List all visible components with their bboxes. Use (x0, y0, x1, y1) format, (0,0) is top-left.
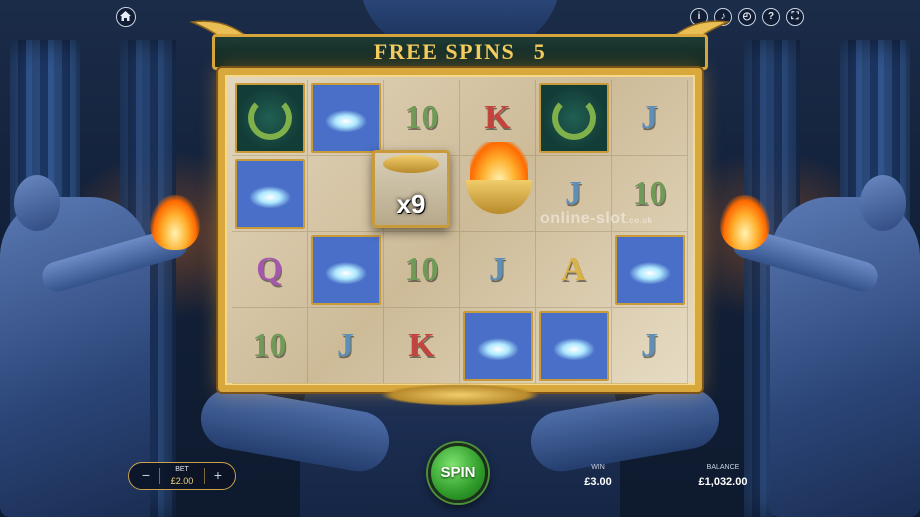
flame-icon (150, 195, 200, 250)
glowing-hands-symbol-icon (462, 310, 533, 381)
flame-icon (720, 195, 770, 250)
watermark: online-slot.co.uk (540, 210, 653, 227)
win-label: WIN (591, 464, 605, 471)
glowing-hands-symbol-icon (234, 158, 305, 229)
card-symbol: J (337, 326, 354, 364)
reel-cell: 10 (232, 308, 308, 384)
card-symbol: A (561, 250, 586, 288)
card-symbol: J (641, 326, 658, 364)
reel-cell: A (536, 232, 612, 308)
glowing-hands-symbol-icon (310, 234, 381, 305)
card-symbol: 10 (404, 98, 439, 136)
laurel-wreath-symbol-icon (538, 82, 609, 153)
reel-cell (308, 232, 384, 308)
card-symbol: Q (256, 250, 283, 288)
card-symbol: K (484, 98, 511, 136)
free-spins-title: FREE SPINS (373, 39, 516, 64)
spin-label: SPIN (440, 464, 476, 481)
reel-cell: Q (232, 232, 308, 308)
glowing-hands-symbol-icon (310, 82, 381, 153)
game-stage: i♪◴?⛶ FREE SPINS 5 10KJQJ10Q10JA10JKJ x9… (0, 0, 920, 517)
laurel-wreath-symbol-icon (234, 82, 305, 153)
fullscreen-icon[interactable]: ⛶ (786, 8, 804, 26)
multiplier-value: x9 (396, 189, 426, 219)
spin-button[interactable]: SPIN (428, 443, 488, 503)
reel-cell (232, 156, 308, 232)
glowing-hands-symbol-icon (614, 234, 685, 305)
multiplier-chest: x9 (372, 150, 450, 228)
card-symbol: 10 (252, 326, 287, 364)
card-symbol: 10 (404, 250, 439, 288)
fire-brazier-symbol (456, 140, 542, 226)
reel-cell: K (384, 308, 460, 384)
laurel-ornament (380, 384, 540, 406)
reel-cell: J (308, 308, 384, 384)
glowing-hands-symbol-icon (538, 310, 609, 381)
reel-cell: J (612, 80, 688, 156)
card-symbol: J (489, 250, 506, 288)
card-symbol: 10 (632, 174, 667, 212)
divider (204, 468, 205, 484)
chest-wings-icon (383, 155, 439, 173)
reel-grid: 10KJQJ10Q10JA10JKJ (232, 80, 688, 384)
history-icon[interactable]: ◴ (738, 8, 756, 26)
card-symbol: K (408, 326, 435, 364)
home-icon[interactable] (116, 7, 136, 27)
reel-cell (232, 80, 308, 156)
reel-cell (536, 80, 612, 156)
reel-cell (308, 80, 384, 156)
card-symbol: J (565, 174, 582, 212)
card-symbol: J (641, 98, 658, 136)
free-spins-remaining: 5 (533, 39, 547, 64)
balance-label: BALANCE (706, 464, 740, 471)
reel-cell (460, 308, 536, 384)
brazier-bowl-icon (466, 180, 532, 214)
reel-cell (612, 232, 688, 308)
reel-cell (536, 308, 612, 384)
reel-cell: 10 (384, 232, 460, 308)
bet-control: − BET £2.00 + (128, 462, 236, 490)
reel-frame: 10KJQJ10Q10JA10JKJ (218, 68, 702, 392)
bet-increase-button[interactable]: + (209, 466, 227, 484)
help-icon[interactable]: ? (762, 8, 780, 26)
reel-cell: 10 (384, 80, 460, 156)
reel-cell: J (460, 232, 536, 308)
win-value: £3.00 (584, 476, 612, 488)
free-spins-banner: FREE SPINS 5 (212, 34, 708, 70)
balance-value: £1,032.00 (698, 476, 748, 488)
reel-cell: J (612, 308, 688, 384)
